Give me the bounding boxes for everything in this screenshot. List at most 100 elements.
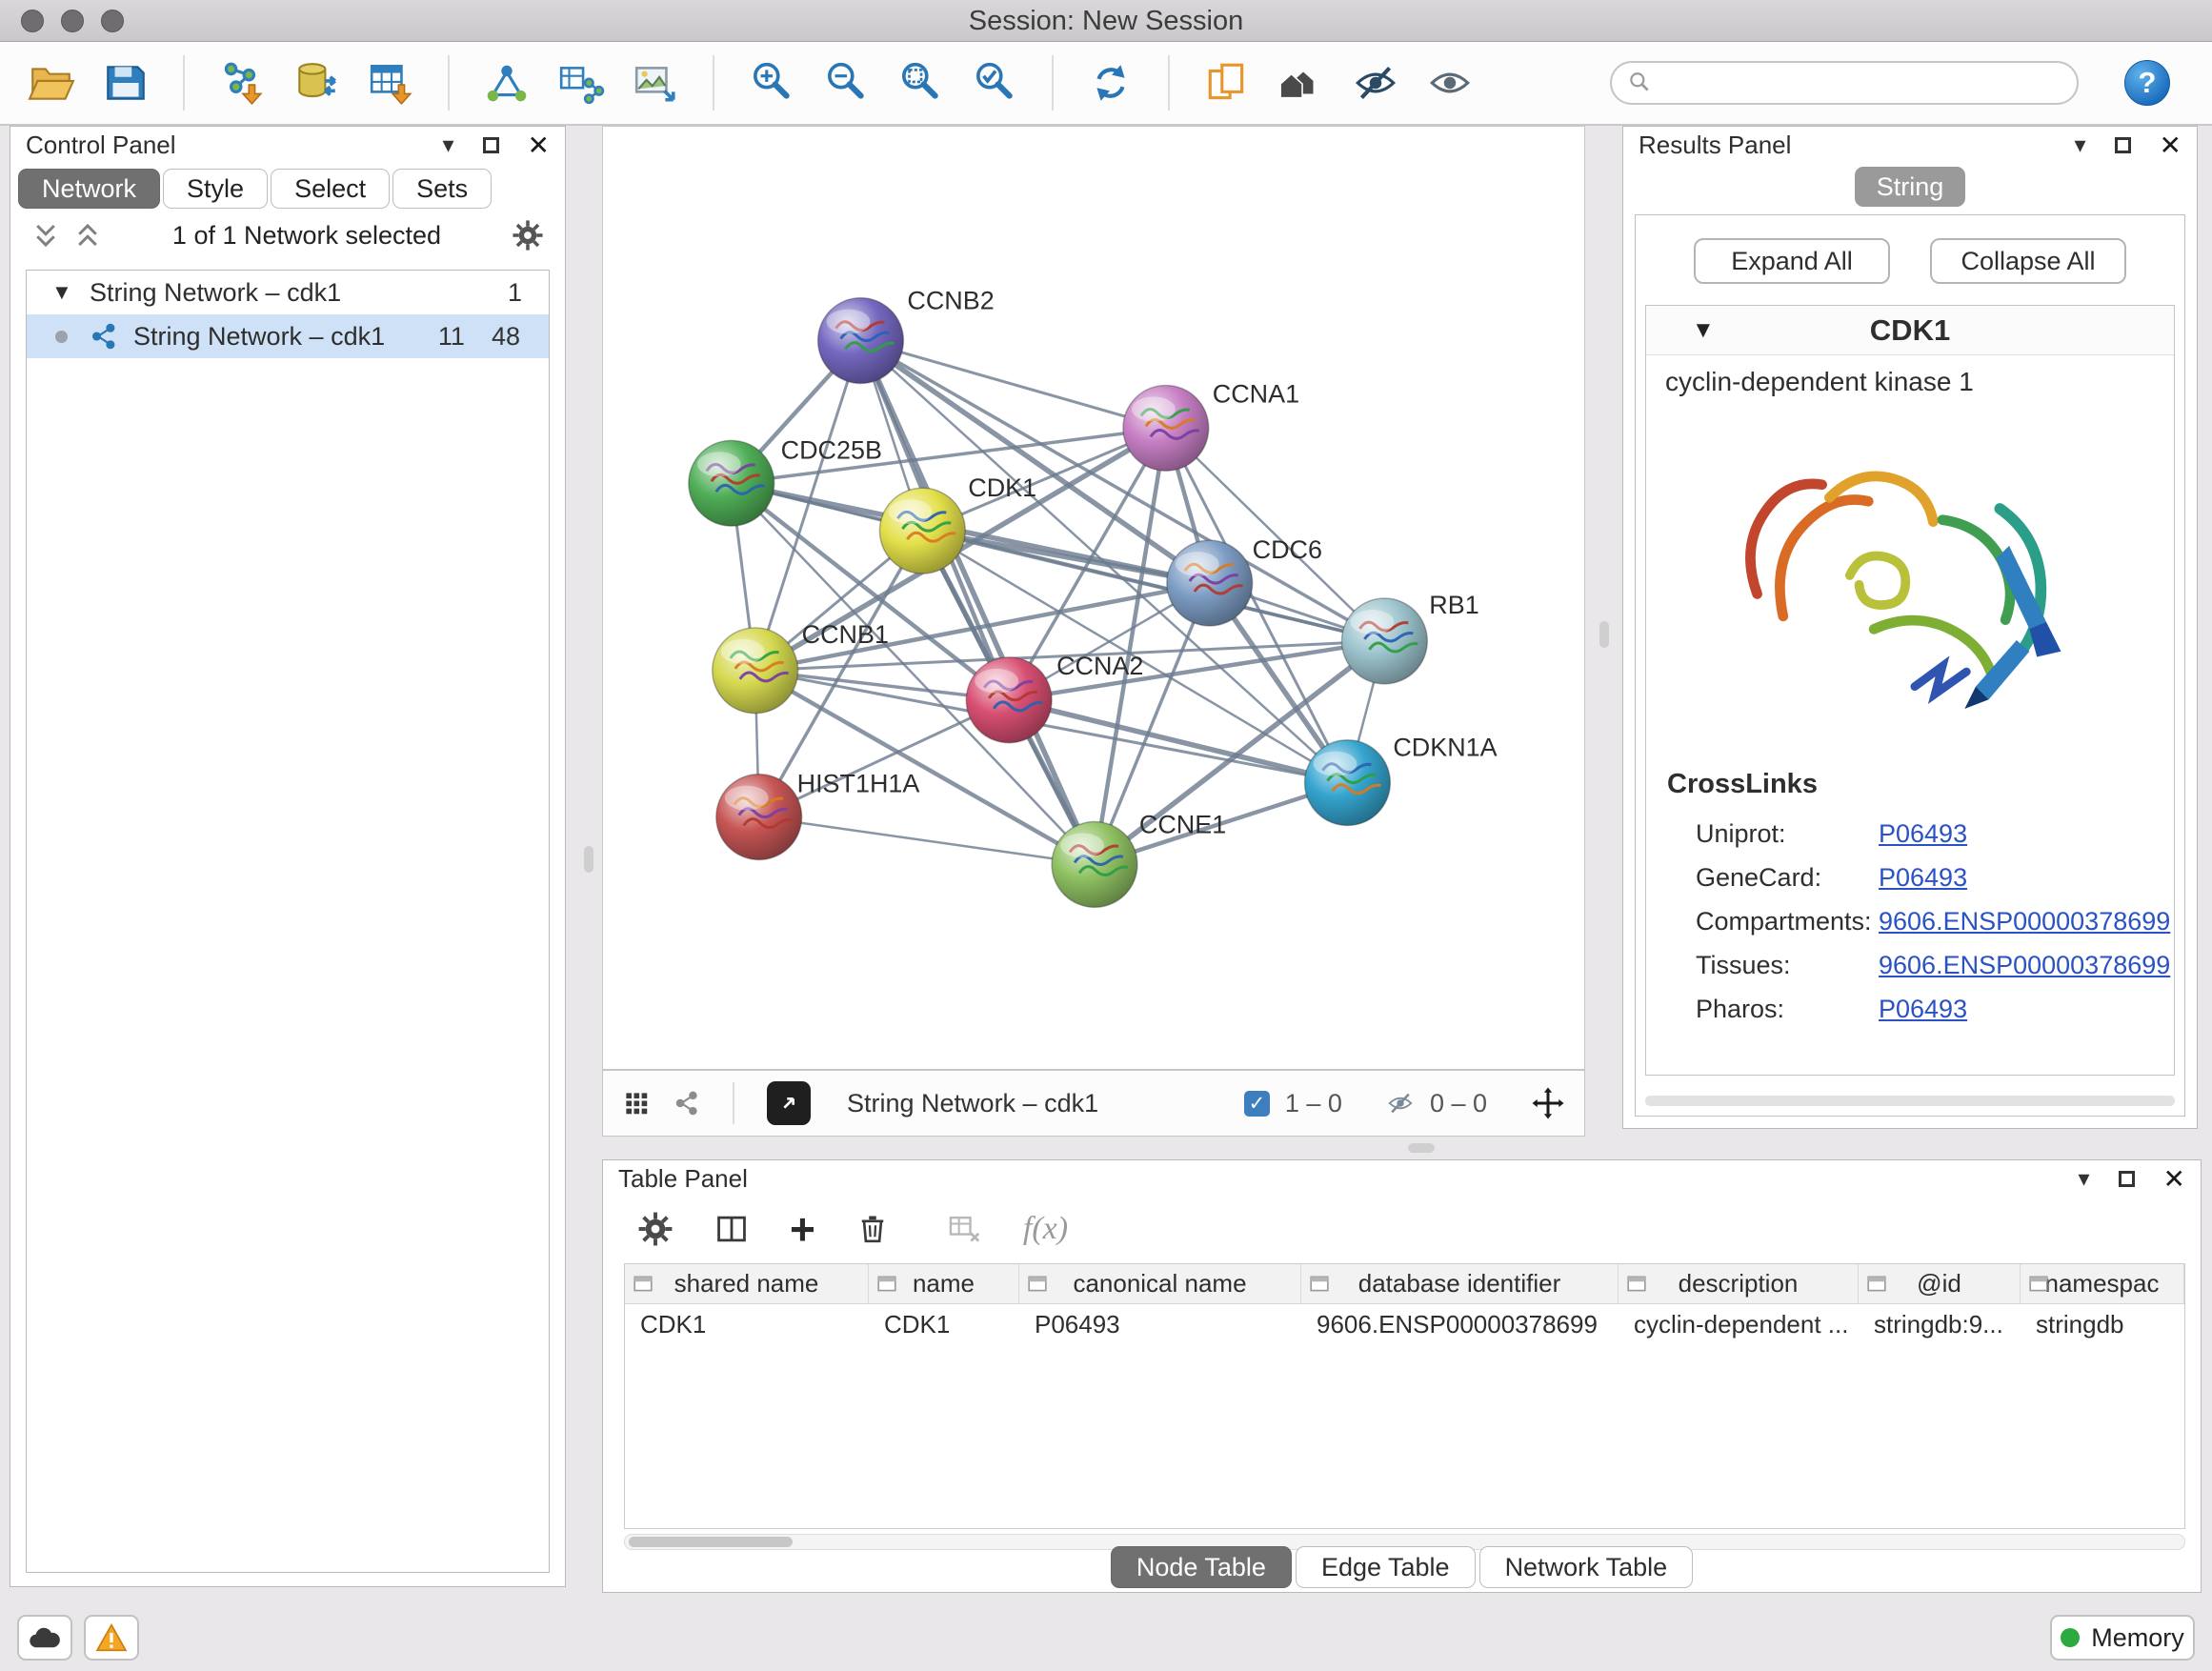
tab-network-table[interactable]: Network Table — [1479, 1546, 1694, 1588]
column-header[interactable]: description — [1619, 1264, 1859, 1303]
hide-selected-button[interactable] — [1349, 56, 1402, 110]
search-box[interactable] — [1610, 61, 2079, 105]
cloud-status-button[interactable] — [17, 1615, 72, 1661]
results-panel-title: Results Panel — [1639, 131, 1791, 160]
refresh-button[interactable] — [1084, 56, 1137, 110]
collapse-all-icon[interactable] — [31, 221, 60, 250]
open-session-button[interactable] — [25, 56, 78, 110]
tissues-link[interactable]: 9606.ENSP00000378699 — [1879, 951, 2170, 980]
network-collection-row[interactable]: ▼ String Network – cdk1 1 — [27, 271, 549, 314]
expand-all-button[interactable]: Expand All — [1694, 238, 1890, 284]
import-network-database-button[interactable] — [290, 56, 343, 110]
column-header[interactable]: namespac — [2021, 1264, 2184, 1303]
collapse-all-button[interactable]: Collapse All — [1930, 238, 2126, 284]
panel-float-icon[interactable] — [2115, 137, 2131, 153]
pharos-link[interactable]: P06493 — [1879, 995, 1967, 1024]
network-from-selection-button[interactable] — [480, 56, 533, 110]
trash-icon[interactable] — [855, 1212, 890, 1246]
node-selection-checkbox[interactable]: ✓ — [1244, 1091, 1270, 1117]
search-input[interactable] — [1663, 69, 2061, 98]
show-all-button[interactable] — [1423, 56, 1477, 110]
tree-expand-icon[interactable]: ▼ — [51, 280, 72, 305]
panel-collapse-icon[interactable]: ▾ — [442, 131, 453, 159]
svg-text:CCNA2: CCNA2 — [1056, 652, 1143, 680]
delete-table-icon[interactable] — [947, 1211, 983, 1247]
tab-select[interactable]: Select — [271, 169, 390, 209]
table-panel-title: Table Panel — [618, 1164, 748, 1194]
network-view[interactable]: CCNB2CCNA1CDC25BCDK1CDC6RB1CCNB1CCNA2CDK… — [602, 126, 1585, 1070]
memory-label: Memory — [2091, 1623, 2184, 1653]
show-columns-icon[interactable] — [714, 1211, 750, 1247]
column-header[interactable]: canonical name — [1019, 1264, 1301, 1303]
zoom-selected-button[interactable] — [968, 56, 1021, 110]
eye-icon — [1426, 59, 1474, 107]
svg-text:CCNE1: CCNE1 — [1139, 811, 1226, 839]
tab-network[interactable]: Network — [18, 169, 160, 209]
memory-status-dot — [2061, 1628, 2080, 1647]
splitter-handle[interactable] — [584, 846, 593, 873]
network-row[interactable]: String Network – cdk1 11 48 — [27, 314, 549, 358]
home-button[interactable] — [1275, 56, 1328, 110]
panel-close-icon[interactable]: ✕ — [2160, 130, 2182, 161]
panel-close-icon[interactable]: ✕ — [2163, 1163, 2185, 1195]
help-button[interactable]: ? — [2124, 60, 2170, 106]
network-tree: ▼ String Network – cdk1 1 String Network… — [26, 270, 550, 1573]
zoom-button[interactable] — [101, 10, 124, 32]
expand-all-icon[interactable] — [73, 221, 102, 250]
zoom-in-button[interactable] — [745, 56, 798, 110]
export-image-button[interactable] — [629, 56, 682, 110]
panel-collapse-icon[interactable]: ▾ — [2078, 1165, 2089, 1193]
collection-label: String Network – cdk1 — [27, 278, 341, 308]
uniprot-link[interactable]: P06493 — [1879, 819, 1967, 849]
birds-eye-view-icon[interactable] — [622, 1089, 651, 1117]
node-table[interactable]: shared name name canonical name database… — [624, 1263, 2185, 1529]
memory-button[interactable]: Memory — [2050, 1615, 2195, 1661]
open-view-button[interactable] — [767, 1081, 811, 1125]
table-settings-gear-icon[interactable] — [637, 1211, 674, 1247]
column-header[interactable]: name — [869, 1264, 1019, 1303]
column-header[interactable]: @id — [1859, 1264, 2021, 1303]
crosslink-row: Pharos: P06493 — [1646, 987, 2174, 1031]
tab-sets[interactable]: Sets — [392, 169, 492, 209]
panel-close-icon[interactable]: ✕ — [528, 130, 550, 161]
close-button[interactable] — [21, 10, 44, 32]
table-row[interactable]: CDK1 CDK1 P06493 9606.ENSP00000378699 cy… — [625, 1304, 2184, 1344]
compartments-link[interactable]: 9606.ENSP00000378699 — [1879, 907, 2170, 936]
results-scrollbar[interactable] — [1645, 1096, 2175, 1106]
gear-icon[interactable] — [512, 219, 544, 252]
table-panel: Table Panel ▾ ✕ + — [602, 1159, 2202, 1593]
toolbar-separator — [183, 55, 185, 111]
column-type-icon — [1866, 1274, 1887, 1295]
import-network-file-button[interactable] — [215, 56, 269, 110]
minimize-button[interactable] — [61, 10, 84, 32]
tab-string[interactable]: String — [1855, 167, 1965, 207]
tab-style[interactable]: Style — [163, 169, 268, 209]
function-builder-icon[interactable]: f(x) — [1023, 1211, 1068, 1247]
tab-node-table[interactable]: Node Table — [1111, 1546, 1292, 1588]
zoom-out-button[interactable] — [819, 56, 873, 110]
column-type-icon — [1309, 1274, 1330, 1295]
add-column-icon[interactable]: + — [790, 1210, 815, 1248]
panel-float-icon[interactable] — [483, 137, 499, 153]
panel-float-icon[interactable] — [2119, 1171, 2135, 1187]
copy-button[interactable] — [1200, 56, 1254, 110]
tab-edge-table[interactable]: Edge Table — [1296, 1546, 1476, 1588]
splitter-handle[interactable] — [1408, 1143, 1435, 1153]
import-table-button[interactable] — [364, 56, 417, 110]
move-crosshair-icon[interactable] — [1531, 1086, 1565, 1120]
column-header[interactable]: shared name — [625, 1264, 869, 1303]
folder-icon — [28, 59, 75, 107]
protein-collapse-icon[interactable]: ▼ — [1692, 317, 1715, 344]
zoom-fit-button[interactable] — [894, 56, 947, 110]
network-graph[interactable]: CCNB2CCNA1CDC25BCDK1CDC6RB1CCNB1CCNA2CDK… — [603, 127, 1584, 1069]
panel-collapse-icon[interactable]: ▾ — [2074, 131, 2085, 159]
import-network-file-icon — [218, 59, 266, 107]
save-session-button[interactable] — [99, 56, 152, 110]
network-table-icon — [557, 59, 605, 107]
splitter-handle[interactable] — [1599, 621, 1609, 648]
column-header[interactable]: database identifier — [1301, 1264, 1619, 1303]
share-view-icon[interactable] — [674, 1090, 700, 1117]
network-table-button[interactable] — [554, 56, 608, 110]
genecard-link[interactable]: P06493 — [1879, 863, 1967, 893]
warnings-button[interactable] — [84, 1615, 139, 1661]
